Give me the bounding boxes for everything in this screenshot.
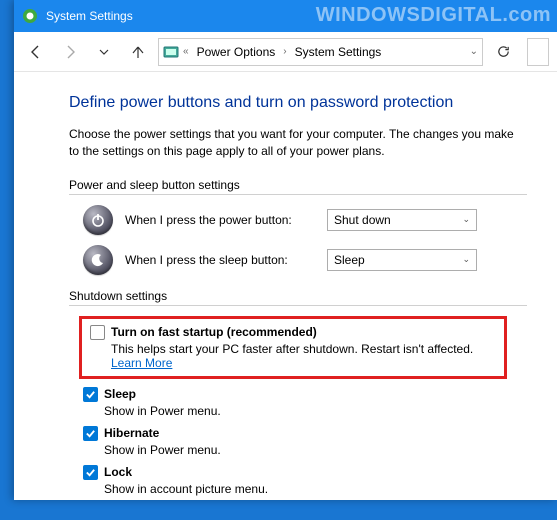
power-icon — [83, 205, 113, 235]
hibernate-checkbox[interactable] — [83, 426, 98, 441]
fast-startup-sub: This helps start your PC faster after sh… — [111, 342, 496, 370]
breadcrumb-chevron-icon: « — [183, 46, 189, 57]
sleep-button-row: When I press the sleep button: Sleep ⌄ — [83, 245, 527, 275]
breadcrumb-dropdown-icon[interactable]: ⌄ — [470, 46, 478, 57]
control-panel-icon — [163, 44, 179, 60]
back-button[interactable] — [22, 38, 50, 66]
power-button-value: Shut down — [334, 213, 391, 227]
breadcrumb-bar[interactable]: « Power Options › System Settings ⌄ — [158, 38, 483, 66]
shutdown-section: Shutdown settings Turn on fast startup (… — [69, 289, 527, 496]
navigation-bar: « Power Options › System Settings ⌄ — [14, 32, 557, 72]
hibernate-sub: Show in Power menu. — [104, 443, 527, 457]
power-sleep-header: Power and sleep button settings — [69, 178, 527, 195]
chevron-down-icon: ⌄ — [462, 254, 470, 265]
fast-startup-checkbox[interactable] — [90, 325, 105, 340]
lock-checkbox[interactable] — [83, 465, 98, 480]
fast-startup-label: Turn on fast startup (recommended) — [111, 325, 317, 339]
forward-button[interactable] — [56, 38, 84, 66]
search-input[interactable] — [527, 38, 549, 66]
window-title: System Settings — [46, 9, 133, 23]
up-button[interactable] — [124, 38, 152, 66]
page-title: Define power buttons and turn on passwor… — [69, 94, 527, 112]
content-area: Define power buttons and turn on passwor… — [14, 72, 557, 520]
sleep-button-label: When I press the sleep button: — [125, 253, 315, 267]
sleep-sub: Show in Power menu. — [104, 404, 527, 418]
sleep-icon — [83, 245, 113, 275]
shutdown-header: Shutdown settings — [69, 289, 527, 306]
fast-startup-callout: Turn on fast startup (recommended) This … — [79, 316, 507, 379]
sleep-button-dropdown[interactable]: Sleep ⌄ — [327, 249, 477, 271]
lock-sub: Show in account picture menu. — [104, 482, 527, 496]
chevron-down-icon: ⌄ — [462, 214, 470, 225]
lock-row: Lock Show in account picture menu. — [83, 465, 527, 496]
breadcrumb-system-settings[interactable]: System Settings — [291, 43, 386, 61]
refresh-button[interactable] — [489, 38, 517, 66]
power-button-label: When I press the power button: — [125, 213, 315, 227]
chevron-right-icon: › — [283, 46, 286, 57]
fast-startup-row: Turn on fast startup (recommended) This … — [90, 325, 496, 370]
sleep-checkbox[interactable] — [83, 387, 98, 402]
power-sleep-section: Power and sleep button settings When I p… — [69, 178, 527, 275]
hibernate-row: Hibernate Show in Power menu. — [83, 426, 527, 457]
power-button-row: When I press the power button: Shut down… — [83, 205, 527, 235]
recent-locations-button[interactable] — [90, 38, 118, 66]
window-icon — [22, 8, 38, 24]
titlebar: System Settings — [14, 0, 557, 32]
lock-label: Lock — [104, 465, 132, 479]
learn-more-link[interactable]: Learn More — [111, 356, 172, 370]
breadcrumb-power-options[interactable]: Power Options — [193, 43, 280, 61]
hibernate-label: Hibernate — [104, 426, 159, 440]
sleep-row: Sleep Show in Power menu. — [83, 387, 527, 418]
page-description: Choose the power settings that you want … — [69, 126, 527, 160]
sleep-label: Sleep — [104, 387, 136, 401]
settings-window: System Settings WINDOWSDIGITAL.com « Pow… — [14, 0, 557, 500]
sleep-button-value: Sleep — [334, 253, 365, 267]
power-button-dropdown[interactable]: Shut down ⌄ — [327, 209, 477, 231]
